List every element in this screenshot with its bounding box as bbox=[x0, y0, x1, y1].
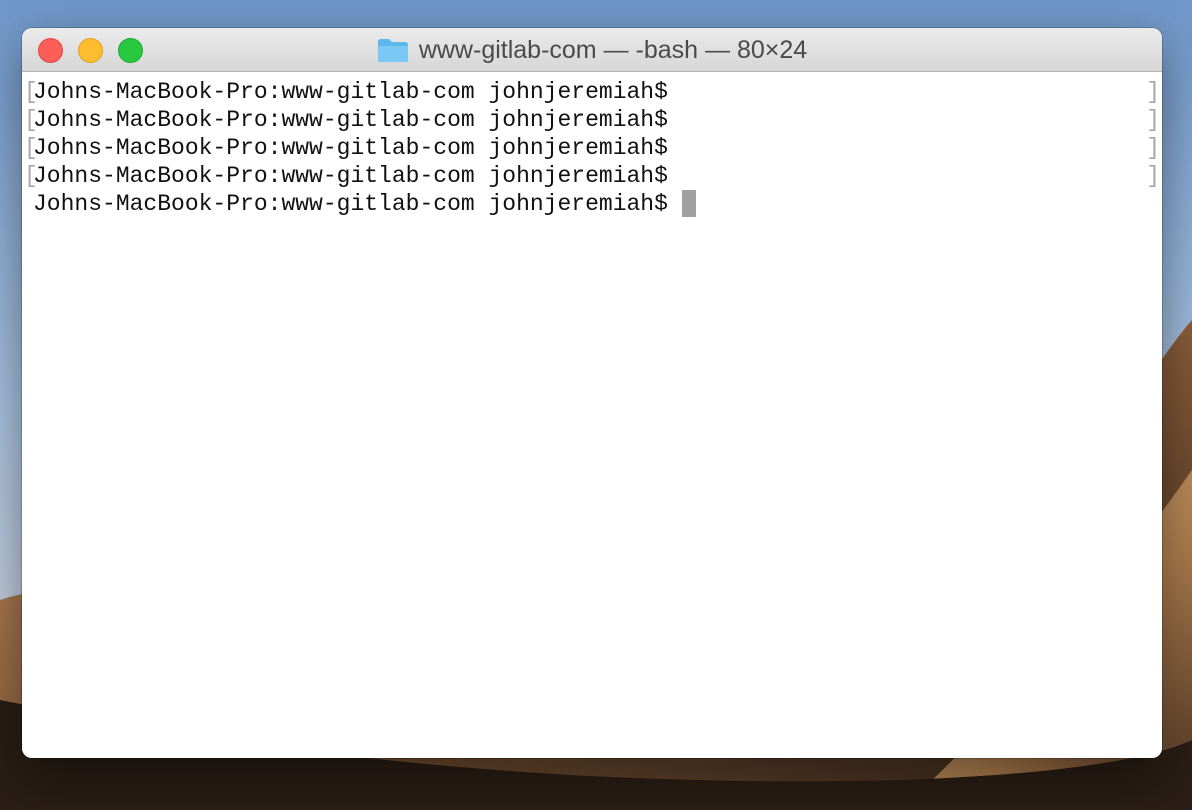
terminal-line: [ Johns-MacBook-Pro:www-gitlab-com johnj… bbox=[22, 162, 1162, 190]
mark-right: ] bbox=[1146, 107, 1160, 133]
window-titlebar[interactable]: www-gitlab-com — -bash — 80×24 bbox=[22, 28, 1162, 72]
mark-right: ] bbox=[1146, 163, 1160, 189]
terminal-line: [ Johns-MacBook-Pro:www-gitlab-com johnj… bbox=[22, 106, 1162, 134]
terminal-line: [ Johns-MacBook-Pro:www-gitlab-com johnj… bbox=[22, 134, 1162, 162]
terminal-line: [ Johns-MacBook-Pro:www-gitlab-com johnj… bbox=[22, 78, 1162, 106]
prompt-text: Johns-MacBook-Pro:www-gitlab-com johnjer… bbox=[33, 191, 668, 217]
prompt-text: Johns-MacBook-Pro:www-gitlab-com johnjer… bbox=[33, 163, 668, 189]
terminal-line-current[interactable]: Johns-MacBook-Pro:www-gitlab-com johnjer… bbox=[22, 190, 1162, 218]
terminal-window[interactable]: www-gitlab-com — -bash — 80×24 [ Johns-M… bbox=[22, 28, 1162, 758]
text-cursor bbox=[681, 190, 696, 217]
folder-icon bbox=[377, 38, 408, 62]
terminal-content[interactable]: [ Johns-MacBook-Pro:www-gitlab-com johnj… bbox=[22, 72, 1162, 758]
prompt-text: Johns-MacBook-Pro:www-gitlab-com johnjer… bbox=[33, 79, 668, 105]
prompt-text: Johns-MacBook-Pro:www-gitlab-com johnjer… bbox=[33, 107, 668, 133]
mark-right: ] bbox=[1146, 79, 1160, 105]
mark-right: ] bbox=[1146, 135, 1160, 161]
prompt-text: Johns-MacBook-Pro:www-gitlab-com johnjer… bbox=[33, 135, 668, 161]
window-title: www-gitlab-com — -bash — 80×24 bbox=[22, 28, 1162, 72]
prompt-line-current: Johns-MacBook-Pro:www-gitlab-com johnjer… bbox=[33, 190, 696, 218]
window-title-text: www-gitlab-com — -bash — 80×24 bbox=[418, 35, 808, 64]
